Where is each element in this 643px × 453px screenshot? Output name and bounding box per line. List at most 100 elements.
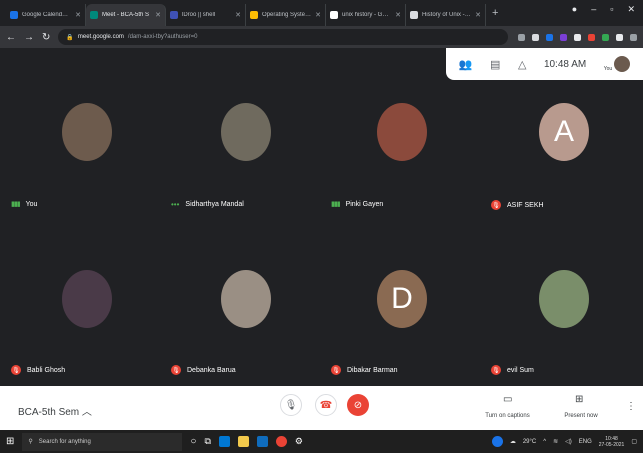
present-icon[interactable]: ⊞ — [575, 394, 583, 405]
tab-favicon-icon — [330, 11, 338, 19]
participant-avatar[interactable] — [539, 270, 589, 328]
chat-icon[interactable]: ▤ — [490, 58, 500, 71]
participant-name: ASIF SEKH — [507, 201, 544, 209]
close-tab-icon[interactable]: ✕ — [155, 11, 161, 19]
participant-name-tag: 🎙 Debanka Barua — [171, 365, 236, 375]
close-tab-icon[interactable]: ✕ — [315, 11, 321, 19]
participant-name-tag: 🎙 evil Sum — [491, 365, 534, 375]
puzzle-icon[interactable] — [616, 33, 623, 41]
browser-tab[interactable]: unix history - Google ✕ — [326, 4, 406, 26]
lang-indicator[interactable]: ENG — [579, 439, 592, 445]
participant-avatar[interactable]: A — [539, 103, 589, 161]
volume-icon[interactable]: ◁) — [565, 438, 572, 445]
tab-title: Operating System - G — [262, 12, 311, 18]
speaking-icon: ▮▮▮ — [11, 201, 21, 208]
tab-favicon-icon — [90, 11, 98, 19]
browser-tab-bar: Google Calendar - Mo✕Meet - BCA-5th S✕lD… — [0, 0, 643, 26]
present-button[interactable]: Present now — [556, 413, 606, 419]
self-view[interactable]: You — [604, 56, 631, 72]
participant-avatar[interactable]: D — [377, 270, 427, 328]
browser-tab[interactable]: Meet - BCA-5th S ✕ — [86, 4, 166, 26]
participant-name: Pinki Gayen — [345, 200, 384, 208]
maximize-button[interactable]: ▫ — [610, 4, 613, 15]
task-view-icon[interactable]: ⧉ — [204, 436, 210, 447]
close-window-button[interactable]: ✕ — [627, 4, 635, 15]
people-icon[interactable]: 👥 — [459, 58, 473, 71]
browser-tab[interactable]: History of Unix - Wiki ✕ — [406, 4, 486, 26]
extensions-area — [518, 33, 637, 41]
participant-avatar[interactable] — [62, 270, 112, 328]
camera-off-button[interactable]: ⊘ — [347, 394, 369, 416]
tab-favicon-icon — [410, 11, 418, 19]
file-explorer-icon[interactable] — [237, 436, 249, 447]
extension-icon[interactable] — [588, 33, 595, 41]
tray-chevron-icon[interactable]: ^ — [543, 439, 546, 445]
participant-avatar[interactable] — [221, 270, 271, 328]
camera-icon[interactable] — [518, 33, 525, 41]
browser-tab[interactable]: Google Calendar - Mo✕ — [6, 4, 86, 26]
tab-title: History of Unix - Wiki — [422, 12, 471, 18]
url-bar[interactable]: 🔒 meet.google.com/dam-axxi-tby?authuser=… — [58, 29, 509, 45]
participant-name-tag: 🎙 ASIF SEKH — [491, 200, 544, 210]
windows-taskbar: ⊞ ⚲ Search for anything ○ ⧉ ⚙ ☁ 29°C ^ ≋… — [0, 430, 643, 453]
participant-avatar[interactable] — [221, 103, 271, 161]
new-tab-button[interactable]: + — [492, 7, 498, 19]
mic-off-icon: 🎙 — [491, 200, 501, 210]
meet-control-bar: BCA-5th Sem ︿ 🎙 ☎ ⊘ ▭ Turn on captions ⊞… — [0, 386, 643, 430]
star-icon[interactable] — [532, 33, 539, 41]
forward-icon[interactable]: → — [24, 32, 34, 43]
tab-favicon-icon — [10, 11, 18, 19]
speaking-icon: ▮▮▮ — [331, 201, 341, 208]
mic-off-icon: 🎙 — [491, 365, 501, 375]
browser-tab[interactable]: lDroo || shell ✕ — [166, 4, 246, 26]
tab-title: Meet - BCA-5th S — [102, 12, 150, 18]
minimize-button[interactable]: – — [591, 4, 596, 15]
leave-call-button[interactable]: ☎ — [315, 394, 337, 416]
extension-icon[interactable] — [574, 33, 581, 41]
close-tab-icon[interactable]: ✕ — [235, 11, 241, 19]
meet-top-panel: 👥 ▤ △ 10:48 AM You — [446, 48, 643, 80]
weather-icon[interactable]: ☁ — [510, 438, 516, 445]
participant-name: Babli Ghosh — [27, 366, 66, 374]
chrome-icon[interactable] — [275, 436, 287, 447]
avatar-initial: D — [391, 282, 413, 315]
windows-start-icon[interactable]: ⊞ — [6, 436, 14, 447]
chrome-menu-icon[interactable]: ● — [572, 4, 577, 15]
extension-icon[interactable] — [560, 33, 567, 41]
cortana-icon[interactable]: ○ — [190, 436, 196, 447]
close-tab-icon[interactable]: ✕ — [75, 11, 81, 19]
menu-dots-icon[interactable] — [630, 33, 637, 41]
tab-title: lDroo || shell — [182, 12, 216, 18]
activities-icon[interactable]: △ — [518, 58, 526, 71]
back-icon[interactable]: ← — [6, 32, 16, 43]
mail-icon[interactable] — [256, 436, 268, 447]
captions-icon[interactable]: ▭ — [503, 394, 512, 405]
window-controls: ● – ▫ ✕ — [572, 4, 643, 15]
reload-icon[interactable]: ↻ — [42, 32, 50, 43]
clock-date: 27-05-2021 — [598, 441, 625, 448]
tray-app-icon[interactable] — [491, 436, 503, 447]
system-tray: ☁ 29°C ^ ≋ ◁) ENG 10:48 27-05-2021 ▢ — [491, 436, 637, 448]
mic-button[interactable]: 🎙 — [280, 394, 302, 416]
taskbar-search[interactable]: ⚲ Search for anything — [22, 432, 183, 451]
more-options-icon[interactable]: ⋮ — [626, 401, 636, 412]
close-tab-icon[interactable]: ✕ — [475, 11, 481, 19]
clock[interactable]: 10:48 27-05-2021 — [599, 436, 625, 448]
network-icon[interactable]: ≋ — [553, 438, 558, 445]
mic-off-icon: 🎙 — [11, 365, 21, 375]
participant-avatar[interactable] — [62, 103, 112, 161]
edge-icon[interactable] — [218, 436, 230, 447]
extension-icon[interactable] — [602, 33, 609, 41]
tab-title: unix history - Google — [342, 12, 391, 18]
address-bar-row: ← → ↻ 🔒 meet.google.com/dam-axxi-tby?aut… — [0, 26, 643, 48]
participant-avatar[interactable] — [377, 103, 427, 161]
settings-icon[interactable]: ⚙ — [295, 436, 303, 447]
close-tab-icon[interactable]: ✕ — [395, 11, 401, 19]
notification-icon[interactable]: ▢ — [631, 438, 637, 445]
captions-button[interactable]: Turn on captions — [480, 413, 535, 419]
mic-off-icon: 🎙 — [331, 365, 341, 375]
browser-tab[interactable]: Operating System - G ✕ — [246, 4, 326, 26]
meeting-name[interactable]: BCA-5th Sem ︿ — [18, 403, 92, 418]
extension-icon[interactable] — [546, 33, 553, 41]
chevron-up-icon: ︿ — [81, 407, 92, 418]
